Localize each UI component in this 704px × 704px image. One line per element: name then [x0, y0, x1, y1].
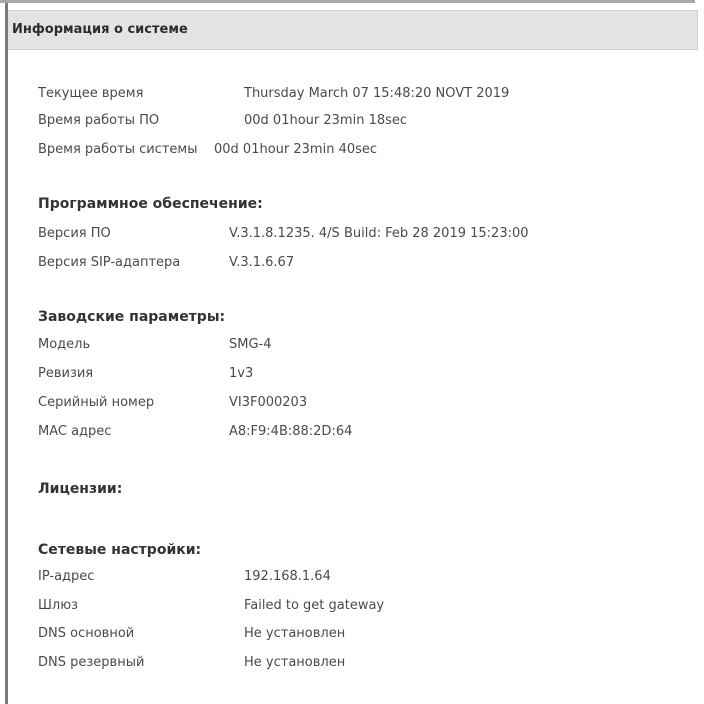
- revision-value: 1v3: [229, 366, 254, 381]
- model-label: Модель: [38, 337, 91, 352]
- ip-address-value: 192.168.1.64: [244, 569, 331, 584]
- current-time-label: Текущее время: [38, 86, 144, 101]
- sip-adapter-version-label: Версия SIP-адаптера: [38, 255, 181, 270]
- mac-address-value: A8:F9:4B:88:2D:64: [229, 424, 353, 439]
- model-value: SMG-4: [229, 337, 272, 352]
- system-uptime-label: Время работы системы: [38, 142, 198, 157]
- licenses-section-title: Лицензии:: [38, 481, 123, 497]
- panel-header: Информация о системе: [8, 10, 698, 50]
- revision-label: Ревизия: [38, 366, 94, 381]
- gateway-value: Failed to get gateway: [244, 598, 385, 613]
- system-uptime-value: 00d 01hour 23min 40sec: [214, 142, 378, 157]
- network-section-title: Сетевые настройки:: [38, 542, 202, 558]
- gateway-label: Шлюз: [38, 598, 79, 613]
- mac-address-label: MAC адрес: [38, 424, 112, 439]
- serial-number-value: VI3F000203: [229, 395, 308, 410]
- current-time-value: Thursday March 07 15:48:20 NOVT 2019: [244, 86, 510, 101]
- dns-secondary-label: DNS резервный: [38, 655, 145, 670]
- factory-section-title: Заводские параметры:: [38, 309, 226, 325]
- panel-top-border: [0, 0, 695, 3]
- dns-primary-value: Не установлен: [244, 626, 346, 641]
- software-version-value: V.3.1.8.1235. 4/S Build: Feb 28 2019 15:…: [229, 226, 529, 241]
- software-version-label: Версия ПО: [38, 226, 111, 241]
- serial-number-label: Серийный номер: [38, 395, 155, 410]
- dns-primary-label: DNS основной: [38, 626, 135, 641]
- software-uptime-label: Время работы ПО: [38, 113, 160, 128]
- software-uptime-value: 00d 01hour 23min 18sec: [244, 113, 408, 128]
- panel-left-border: [5, 3, 8, 704]
- system-info-panel: Информация о системе Текущее время Thurs…: [0, 0, 704, 704]
- panel-title: Информация о системе: [12, 22, 188, 37]
- dns-secondary-value: Не установлен: [244, 655, 346, 670]
- ip-address-label: IP-адрес: [38, 569, 95, 584]
- sip-adapter-version-value: V.3.1.6.67: [229, 255, 295, 270]
- software-section-title: Программное обеспечение:: [38, 196, 263, 212]
